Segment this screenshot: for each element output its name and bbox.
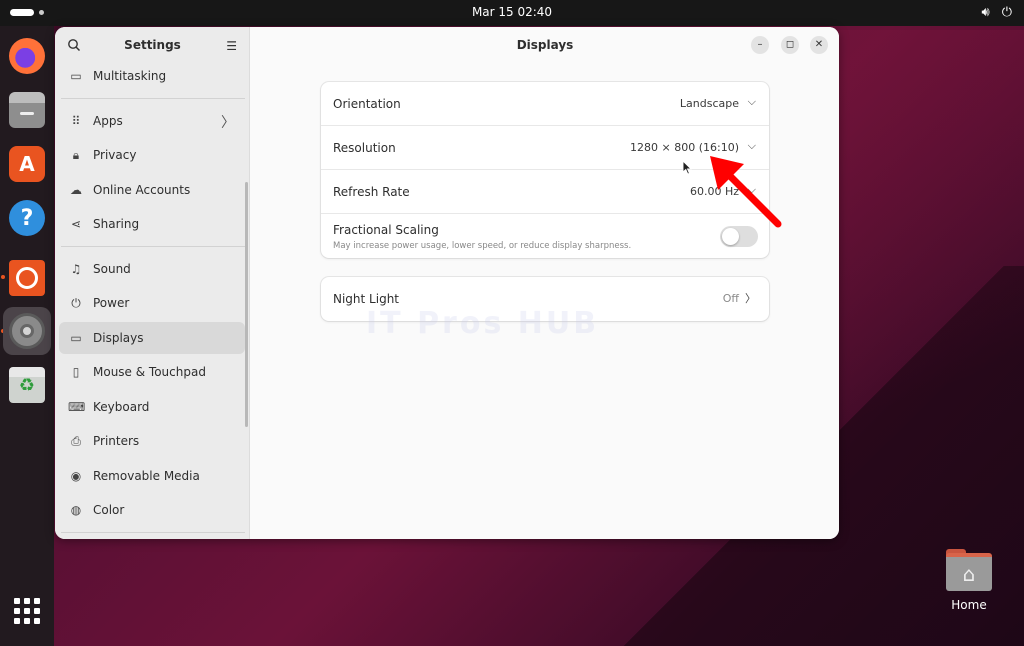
orientation-value: Landscape [679,97,739,110]
watermark: IT Pros HUB [366,306,600,341]
monitor-icon: ▭ [70,331,82,345]
apps-icon: ⠿ [71,114,81,128]
sidebar-item-label: Online Accounts [93,183,191,197]
chevron-right-icon: 〉 [745,292,756,305]
sidebar-item-label: Printers [93,434,140,448]
annotation-arrow-icon [710,156,782,228]
resolution-row[interactable]: Resolution 1280 × 800 (16:10) ⌵ [321,126,769,170]
sidebar-item-keyboard[interactable]: ⌨ Keyboard [59,391,245,423]
settings-launcher[interactable] [3,307,51,355]
files-icon [9,92,45,128]
show-apps-icon[interactable] [14,598,40,624]
separator [61,532,245,533]
ubuntu-launcher[interactable] [3,254,51,302]
sidebar-item-sound[interactable]: ♫ Sound [59,253,245,285]
home-folder-icon[interactable]: ⌂ [946,549,992,591]
mouse-icon: ▯ [72,365,80,379]
trash-icon: ♻ [9,367,45,403]
cloud-icon: ☁ [70,183,82,197]
sidebar-item-label: Color [93,503,125,517]
sidebar-scrollbar[interactable] [245,182,248,427]
sidebar-item-privacy[interactable]: 🔒︎ Privacy [59,139,245,171]
refresh-rate-row[interactable]: Refresh Rate 60.00 Hz ⌵ [321,170,769,214]
sidebar-item-printers[interactable]: ⎙ Printers [59,425,245,457]
dock: A ? ♻ [0,26,54,646]
fractional-scaling-label: Fractional Scaling [333,223,439,237]
night-light-label: Night Light [333,292,399,306]
sidebar-header: Settings ☰ [55,27,250,63]
wallpaper-highlight [824,30,1024,530]
sidebar-item-label: Power [93,296,130,310]
sidebar-item-online-accounts[interactable]: ☁ Online Accounts [59,174,245,206]
music-note-icon: ♫ [70,262,82,276]
sidebar-item-power[interactable]: ⏻ Power [59,287,245,319]
chevron-down-icon: ⌵ [747,95,756,108]
system-tray[interactable]: 🔊︎ ⏻ [982,5,1013,20]
sidebar-item-label: Sound [93,262,131,276]
sidebar-item-mouse-touchpad[interactable]: ▯ Mouse & Touchpad [59,356,245,388]
close-button[interactable]: ✕ [810,36,828,54]
power-icon: ⏻ [71,296,81,310]
sidebar-item-label: Sharing [93,217,140,231]
ubuntu-icon [9,260,45,296]
home-label[interactable]: Home [940,598,998,612]
sidebar-item-displays[interactable]: ▭ Displays [59,322,245,354]
display-settings-card: Orientation Landscape ⌵ Resolution 1280 … [321,82,769,258]
color-icon: ◍ [70,503,82,517]
sidebar-title: Settings [124,38,181,52]
sidebar-item-label: Displays [93,331,144,345]
sidebar-item-color[interactable]: ◍ Color [59,494,245,526]
sidebar-item-sharing[interactable]: ⋖ Sharing [59,208,245,240]
resolution-label: Resolution [333,141,396,155]
night-light-value: Off [722,292,739,305]
orientation-row[interactable]: Orientation Landscape ⌵ [321,82,769,126]
sidebar-item-multitasking[interactable]: ▭ Multitasking [59,60,245,92]
keyboard-icon: ⌨ [68,400,86,414]
firefox-icon [9,38,45,74]
refresh-rate-label: Refresh Rate [333,185,410,199]
firefox-launcher[interactable] [3,32,51,80]
minimize-button[interactable]: – [751,36,769,54]
sidebar-item-removable-media[interactable]: ◉ Removable Media [59,460,245,492]
top-bar: Mar 15 02:40 🔊︎ ⏻ [0,0,1024,26]
sidebar: Settings ☰ ▭ Multitasking ⠿ Apps 〉 🔒︎ Pr… [55,27,250,539]
hamburger-menu-icon[interactable]: ☰ [226,39,237,53]
maximize-button[interactable]: ◻ [781,36,799,54]
multitasking-icon: ▭ [70,69,82,83]
sidebar-item-apps[interactable]: ⠿ Apps 〉 [59,105,245,137]
chevron-right-icon: 〉 [221,115,235,131]
fractional-scaling-row: Fractional Scaling May increase power us… [321,214,769,258]
sidebar-item-label: Privacy [93,148,137,162]
sidebar-item-label: Keyboard [93,400,150,414]
help-icon: ? [9,200,45,236]
volume-icon[interactable]: 🔊︎ [982,5,990,20]
fractional-scaling-description: May increase power usage, lower speed, o… [333,241,632,251]
sidebar-item-label: Mouse & Touchpad [93,365,206,379]
files-launcher[interactable] [3,86,51,134]
displays-panel: Displays – ◻ ✕ Orientation Landscape ⌵ R… [251,27,839,539]
mouse-cursor-icon [682,160,692,175]
removable-media-icon: ◉ [70,469,82,483]
lock-icon: 🔒︎ [72,148,80,162]
orientation-label: Orientation [333,97,401,111]
sidebar-item-label: Multitasking [93,69,167,83]
settings-window: Settings ☰ ▭ Multitasking ⠿ Apps 〉 🔒︎ Pr… [55,27,839,539]
sidebar-item-label: Removable Media [93,469,200,483]
trash-launcher[interactable]: ♻ [3,361,51,409]
gear-icon [9,313,45,349]
printer-icon: ⎙ [71,434,81,448]
app-center-launcher[interactable]: A [3,140,51,188]
sidebar-item-label: Apps [93,114,123,128]
clock[interactable]: Mar 15 02:40 [0,5,1024,19]
help-launcher[interactable]: ? [3,194,51,242]
share-icon: ⋖ [70,217,82,231]
power-icon[interactable]: ⏻ [1002,5,1012,20]
separator [61,246,245,247]
app-center-icon: A [9,146,45,182]
separator [61,98,245,99]
